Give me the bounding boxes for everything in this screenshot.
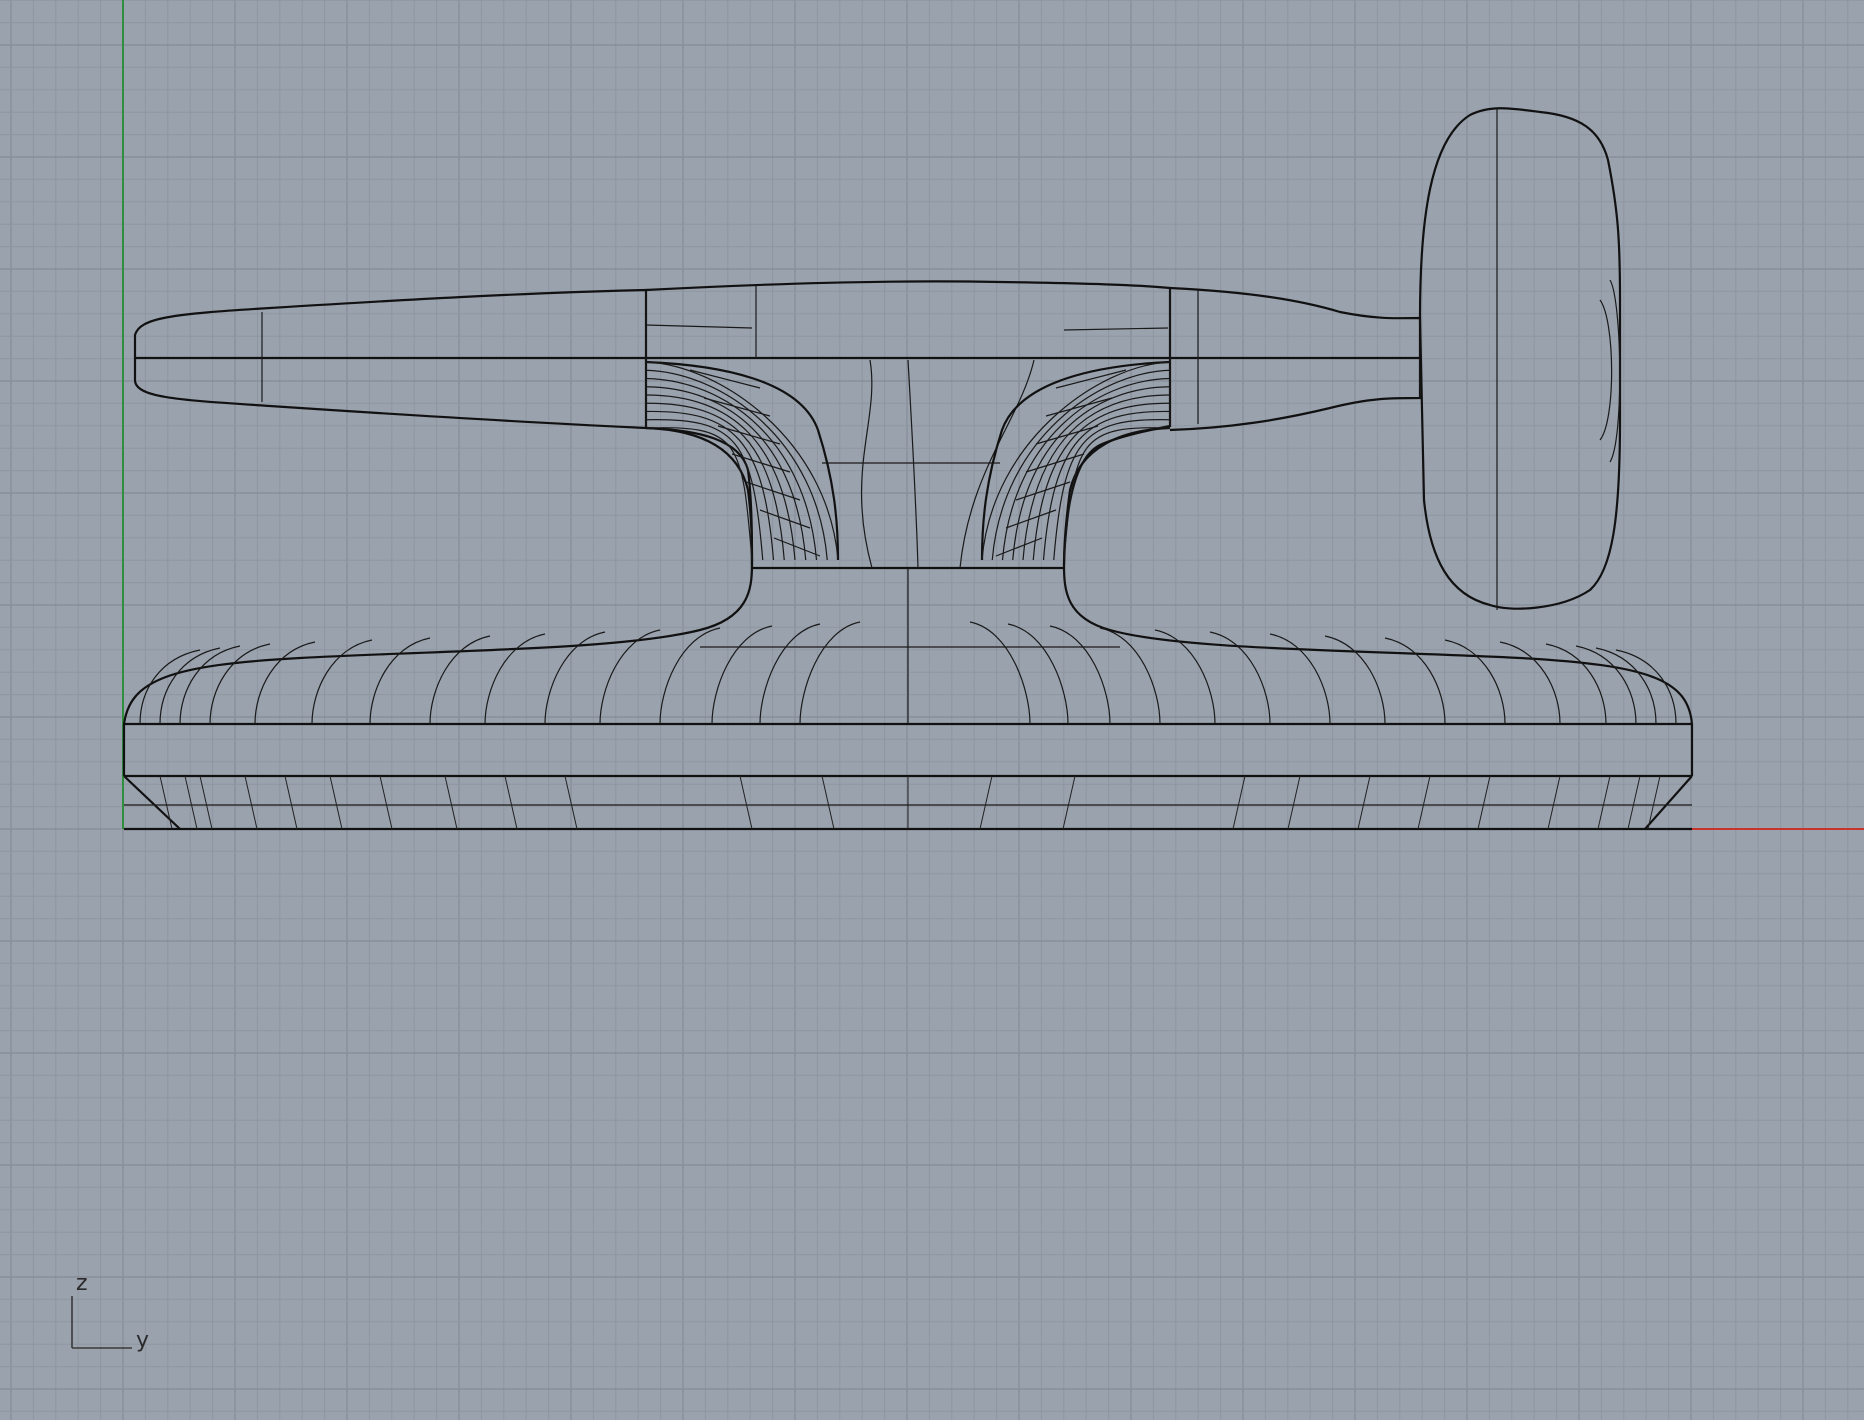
base-dome[interactable] xyxy=(122,564,1694,725)
right-fillet[interactable] xyxy=(980,360,1171,566)
axis-widget: z y xyxy=(71,1271,149,1353)
left-horn[interactable] xyxy=(133,288,1420,430)
z-axis-label: z xyxy=(76,1271,88,1296)
viewport-canvas[interactable]: z y xyxy=(0,0,1864,1420)
cleat-wireframe[interactable] xyxy=(122,107,1694,831)
construction-grid xyxy=(0,0,1864,1420)
y-axis-label: y xyxy=(136,1328,149,1353)
horn-knob[interactable] xyxy=(1418,107,1622,610)
left-fillet[interactable] xyxy=(645,360,840,566)
viewport-right-view[interactable]: z y xyxy=(0,0,1864,1420)
